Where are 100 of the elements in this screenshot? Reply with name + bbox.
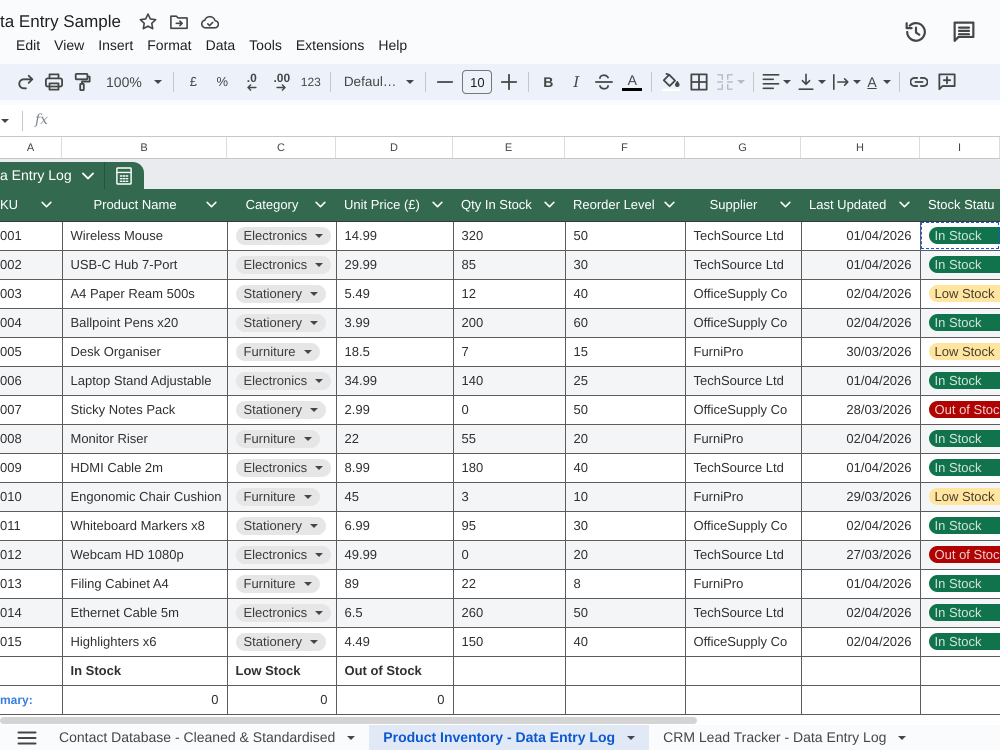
star-icon[interactable] xyxy=(138,13,157,31)
table-cell: 0 xyxy=(453,395,565,424)
paint-roller-icon[interactable] xyxy=(73,73,91,91)
text-rotation[interactable]: A xyxy=(864,68,894,96)
column-letter[interactable]: I xyxy=(920,137,1000,158)
column-letter[interactable]: F xyxy=(565,137,685,158)
caret-icon[interactable] xyxy=(1,118,9,122)
left-arrow-icon xyxy=(246,84,258,91)
plus-icon[interactable] xyxy=(500,73,518,91)
decrease-decimal[interactable]: .0 xyxy=(236,68,267,96)
menu-item[interactable]: Edit xyxy=(9,36,48,54)
table-cell: 7 xyxy=(453,337,565,366)
table-cell: 3 xyxy=(453,482,565,511)
column-letter[interactable]: C xyxy=(227,137,336,158)
category-dropdown[interactable]: Electronics xyxy=(236,458,332,477)
column-letter[interactable]: H xyxy=(801,137,920,158)
category-dropdown[interactable]: Electronics xyxy=(236,604,332,622)
chevron-down-icon[interactable] xyxy=(664,201,675,208)
chevron-down-icon[interactable] xyxy=(315,201,326,208)
category-dropdown[interactable]: Furniture xyxy=(236,342,320,361)
category-dropdown[interactable]: Stationery xyxy=(236,284,326,303)
column-letter[interactable]: B xyxy=(62,137,227,158)
zoom-select[interactable]: 100% xyxy=(96,68,168,96)
caret-icon[interactable] xyxy=(818,80,826,84)
caret-icon xyxy=(406,80,414,84)
borders-icon[interactable] xyxy=(690,73,708,91)
strikethrough-icon[interactable] xyxy=(595,73,614,91)
cloud-check-icon[interactable] xyxy=(200,13,219,31)
font-select[interactable]: Defaul… xyxy=(336,68,420,96)
chevron-down-icon[interactable] xyxy=(432,201,443,208)
table-cell: 01/04/2026 xyxy=(801,221,920,250)
arrow-down-icon[interactable] xyxy=(797,73,816,91)
currency-format[interactable]: £ xyxy=(178,68,208,96)
table-cell: 40 xyxy=(565,627,685,656)
table-cell: 60 xyxy=(565,308,685,337)
table-cell: 89 xyxy=(336,569,453,598)
column-letter[interactable]: E xyxy=(453,137,565,158)
print-icon[interactable] xyxy=(45,73,63,91)
category-dropdown[interactable]: Stationery xyxy=(236,314,326,332)
stock-status-tag: In Stock xyxy=(928,633,1000,650)
paint-bucket-icon[interactable] xyxy=(662,73,680,91)
table-cell: Ethernet Cable 5m xyxy=(62,598,227,627)
column-letter[interactable]: G xyxy=(685,137,801,158)
chevron-down-icon[interactable] xyxy=(41,201,52,208)
column-letter[interactable]: D xyxy=(336,137,453,158)
folder-arrow-icon[interactable] xyxy=(170,13,188,31)
font-size-field[interactable]: 10 xyxy=(462,70,492,94)
number-format-menu[interactable]: 123 xyxy=(296,68,325,96)
horizontal-scrollbar[interactable] xyxy=(0,716,697,724)
table-cell: 8 xyxy=(565,569,685,598)
comment-add-icon[interactable] xyxy=(938,73,956,91)
italic-toggle[interactable]: I xyxy=(562,68,590,96)
menu-item[interactable]: Data xyxy=(198,36,242,54)
chevron-down-icon[interactable] xyxy=(780,201,791,208)
bold-toggle[interactable]: B xyxy=(534,68,562,96)
category-dropdown[interactable]: Electronics xyxy=(236,546,332,564)
caret-icon xyxy=(304,350,312,354)
caret-icon[interactable] xyxy=(853,80,862,84)
comment-icon[interactable] xyxy=(953,21,975,43)
chevron-down-icon[interactable] xyxy=(544,201,555,208)
category-dropdown[interactable]: Stationery xyxy=(236,632,326,651)
sheet-tab[interactable]: Contact Database - Cleaned & Standardised xyxy=(45,724,370,750)
table-cell: 18.5 xyxy=(336,337,453,366)
sheet-tab[interactable]: Product Inventory - Data Entry Log xyxy=(369,724,650,750)
chevron-down-icon[interactable] xyxy=(206,201,217,208)
history-icon[interactable] xyxy=(905,21,927,43)
caret-icon[interactable] xyxy=(783,80,792,84)
sheet-tab[interactable]: CRM Lead Tracker - Data Entry Log xyxy=(649,724,920,750)
percent-format[interactable]: % xyxy=(208,68,237,96)
table-cell: Desk Organiser xyxy=(62,337,227,366)
table-cell: 20 xyxy=(565,424,685,453)
chevron-down-icon[interactable] xyxy=(899,201,910,208)
table-cell: 200 xyxy=(453,308,565,337)
menu-item[interactable]: Format xyxy=(140,36,199,54)
menu-item[interactable]: Help xyxy=(371,36,414,54)
category-dropdown[interactable]: Stationery xyxy=(236,400,326,419)
category-dropdown[interactable]: Furniture xyxy=(236,574,320,593)
wrap-arrow-icon[interactable] xyxy=(832,73,850,91)
caret-icon xyxy=(315,234,324,238)
category-dropdown[interactable]: Electronics xyxy=(236,256,332,274)
category-dropdown[interactable]: Furniture xyxy=(236,488,320,506)
menu-item[interactable]: View xyxy=(47,36,92,54)
category-dropdown[interactable]: Furniture xyxy=(236,430,320,448)
align-left-icon[interactable] xyxy=(762,73,780,91)
category-dropdown[interactable]: Electronics xyxy=(236,226,332,245)
column-header: KU xyxy=(0,196,20,214)
text-color[interactable]: A xyxy=(618,68,646,96)
increase-decimal[interactable]: .00 xyxy=(266,68,297,96)
menu-item[interactable]: Insert xyxy=(91,36,140,54)
category-dropdown[interactable]: Electronics xyxy=(236,372,332,390)
column-header: Supplier xyxy=(708,196,758,214)
column-letter[interactable]: A xyxy=(0,137,62,158)
table-name-menu[interactable]: a Entry Log xyxy=(0,165,104,186)
redo-icon[interactable] xyxy=(17,73,35,91)
column-header: Product Name xyxy=(92,196,178,214)
table-cell: 140 xyxy=(453,366,565,395)
table-grid-icon[interactable] xyxy=(116,166,132,184)
menu-item[interactable]: Extensions xyxy=(288,36,372,54)
category-dropdown[interactable]: Stationery xyxy=(236,516,326,535)
menu-item[interactable]: Tools xyxy=(242,36,289,54)
